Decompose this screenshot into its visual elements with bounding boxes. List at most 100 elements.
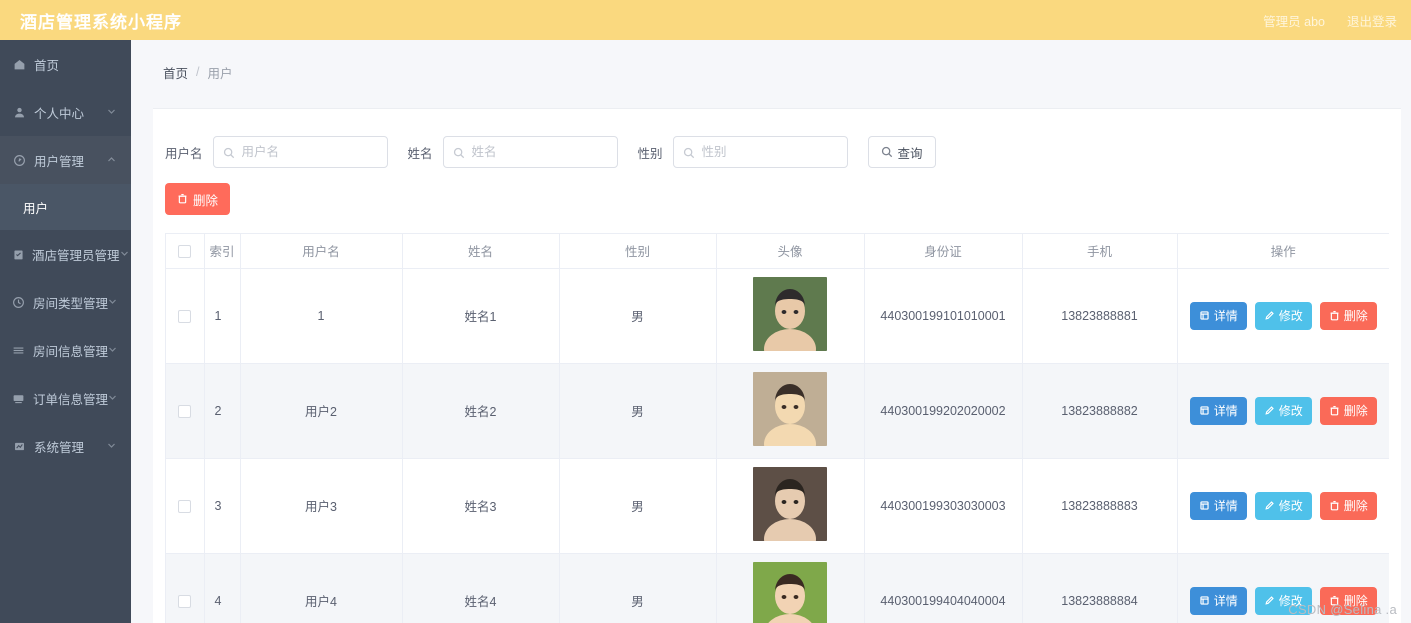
user-icon [12, 105, 27, 120]
cell-gender: 男 [559, 363, 717, 459]
sidebar-item-order-info-management[interactable]: 订单信息管理 [0, 374, 131, 422]
row-checkbox[interactable] [178, 404, 192, 418]
chevron-down-icon [107, 105, 121, 119]
row-action-edit-button[interactable]: 修改 [1254, 491, 1312, 520]
sidebar-item-user-management[interactable]: 用户管理 [0, 136, 131, 184]
detail-icon [1199, 595, 1210, 606]
sidebar-item-room-info-management[interactable]: 房间信息管理 [0, 326, 131, 374]
row-action-detail-button[interactable]: 详情 [1189, 586, 1247, 615]
chevron-down-icon [108, 343, 121, 357]
row-select-cell [166, 458, 205, 554]
row-action-label: 详情 [1213, 404, 1238, 418]
sidebar-item-label: 房间信息管理 [32, 344, 108, 359]
avatar-photo-2[interactable] [753, 372, 827, 446]
search-input-gender[interactable] [701, 145, 832, 159]
cell-gender: 男 [559, 268, 717, 364]
detail-icon [1199, 500, 1210, 511]
row-action-group: 详情 修改 删除 [1178, 301, 1390, 330]
column-header-idcard: 身份证 [864, 234, 1023, 269]
trash-icon [1329, 310, 1340, 321]
search-filter-bar: 用户名 姓名 性别 [153, 109, 1401, 171]
row-action-delete-button[interactable]: 删除 [1319, 491, 1377, 520]
cell-phone: 13823888882 [1022, 363, 1178, 459]
sidebar-item-label: 系统管理 [34, 440, 85, 455]
logout-button[interactable]: 退出登录 [1347, 11, 1397, 30]
trash-icon [1329, 595, 1340, 606]
edit-icon [1264, 310, 1275, 321]
table-body: 1 1 姓名1 男 440300199101010001 13823888881 详情 修改删… [166, 268, 1389, 623]
table-toolbar: 删除 [153, 171, 1401, 215]
search-icon [453, 146, 466, 159]
row-action-delete-button[interactable]: 删除 [1319, 586, 1377, 615]
bulk-delete-button[interactable]: 删除 [165, 183, 230, 215]
cell-avatar [716, 268, 865, 364]
table-row: 4 用户4 姓名4 男 440300199404040004 13823888884 详情 修… [166, 553, 1389, 623]
row-action-label: 详情 [1213, 594, 1238, 608]
cell-index: 2 [204, 363, 241, 459]
sidebar-item-home[interactable]: 首页 [0, 40, 131, 88]
column-header-actions: 操作 [1177, 234, 1389, 269]
users-table: 索引 用户名 姓名 性别 头像 身份证 手机 操作 1 1 姓名1 男 44030019… [166, 234, 1389, 623]
avatar-photo-1[interactable] [753, 277, 827, 351]
search-input-username[interactable] [241, 145, 372, 159]
search-icon [683, 146, 696, 159]
sidebar-item-label: 酒店管理员管理 [32, 248, 120, 263]
edit-icon [1264, 405, 1275, 416]
row-action-label: 修改 [1278, 309, 1303, 323]
clock-icon [12, 295, 26, 310]
bulk-delete-label: 删除 [192, 193, 218, 208]
row-action-edit-button[interactable]: 修改 [1254, 396, 1312, 425]
search-field-username[interactable] [212, 136, 388, 168]
row-checkbox[interactable] [178, 499, 192, 513]
row-checkbox[interactable] [178, 309, 192, 323]
row-action-label: 修改 [1278, 499, 1303, 513]
breadcrumb-home[interactable]: 首页 [163, 63, 188, 82]
cell-gender: 男 [559, 553, 717, 623]
row-select-cell [166, 553, 205, 623]
sidebar-nav: 首页 个人中心 用户管理 用户 酒店管理员管理 房间类型管理 房间信息管理 订单… [0, 40, 131, 623]
row-action-detail-button[interactable]: 详情 [1189, 396, 1247, 425]
row-action-delete-button[interactable]: 删除 [1319, 301, 1377, 330]
row-action-group: 详情 修改 删除 [1178, 491, 1390, 520]
clipboard-icon [12, 247, 25, 262]
sidebar-item-system-management[interactable]: 系统管理 [0, 422, 131, 470]
row-action-detail-button[interactable]: 详情 [1189, 491, 1247, 520]
search-field-gender[interactable] [672, 136, 848, 168]
breadcrumb-current: 用户 [207, 66, 233, 81]
row-checkbox[interactable] [178, 594, 192, 608]
cell-idcard: 440300199404040004 [864, 553, 1023, 623]
sidebar-item-profile[interactable]: 个人中心 [0, 88, 131, 136]
row-action-delete-button[interactable]: 删除 [1319, 396, 1377, 425]
search-label-gender: 性别 [637, 146, 663, 161]
cell-actions: 详情 修改 删除 [1177, 363, 1390, 459]
avatar-photo-3[interactable] [753, 467, 827, 541]
row-action-group: 详情 修改 删除 [1178, 396, 1390, 425]
sidebar-subitem-users[interactable]: 用户 [0, 184, 131, 230]
cell-idcard: 440300199101010001 [864, 268, 1023, 364]
query-button[interactable]: 查询 [867, 136, 936, 168]
column-header-username: 用户名 [240, 234, 403, 269]
table-row: 2 用户2 姓名2 男 440300199202020002 13823888882 详情 修… [166, 363, 1390, 459]
search-input-name[interactable] [471, 145, 602, 159]
breadcrumb-separator: / [196, 65, 200, 79]
cell-actions: 详情 修改 删除 [1177, 458, 1390, 554]
detail-icon [1199, 310, 1210, 321]
row-action-edit-button[interactable]: 修改 [1254, 301, 1312, 330]
detail-icon [1199, 405, 1210, 416]
cell-username: 用户3 [240, 458, 403, 554]
edit-icon [1264, 595, 1275, 606]
breadcrumb: 首页 / 用户 [131, 54, 1411, 90]
trash-icon [1329, 500, 1340, 511]
avatar-photo-4[interactable] [753, 562, 827, 623]
select-all-checkbox[interactable] [178, 244, 192, 258]
search-field-name[interactable] [442, 136, 618, 168]
sidebar-item-hotel-admin-management[interactable]: 酒店管理员管理 [0, 230, 131, 278]
chevron-down-icon [108, 295, 121, 309]
header-right-group: 管理员 abo 退出登录 [1263, 11, 1397, 30]
row-action-label: 修改 [1278, 404, 1303, 418]
home-icon [12, 57, 27, 72]
sidebar-item-label: 用户管理 [34, 154, 85, 169]
row-action-edit-button[interactable]: 修改 [1254, 586, 1312, 615]
sidebar-item-room-type-management[interactable]: 房间类型管理 [0, 278, 131, 326]
row-action-detail-button[interactable]: 详情 [1189, 301, 1247, 330]
